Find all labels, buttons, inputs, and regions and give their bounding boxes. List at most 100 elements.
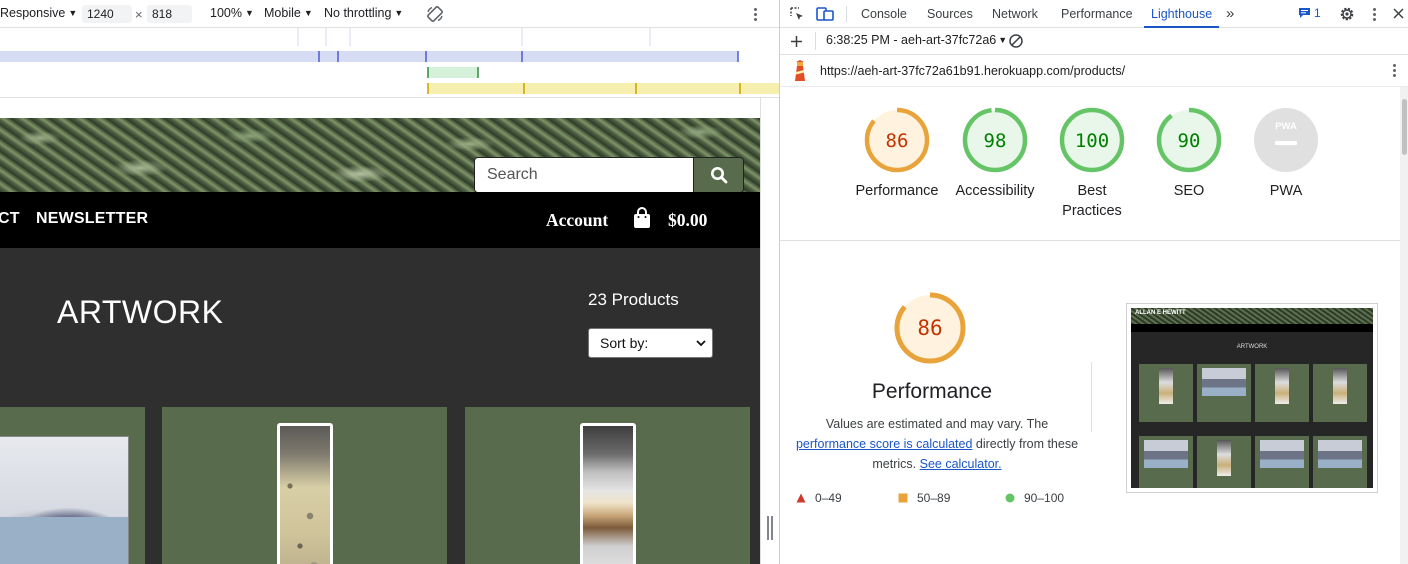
tab-lighthouse[interactable]: Lighthouse [1143,0,1220,28]
screenshot-image: ALLAN E HEWITT ARTWORK [1131,308,1373,488]
product-card[interactable] [465,407,750,564]
dropdown-caret-icon: ▼ [394,8,404,18]
issues-count: 1 [1314,6,1321,20]
performance-gauge-large: 86 [894,292,966,367]
lighthouse-logo-icon [795,60,805,81]
score-calculated-link[interactable]: performance score is calculated [796,437,972,451]
report-url[interactable]: https://aeh-art-37fc72a61b91.herokuapp.c… [820,64,1125,78]
device-toolbar-toggle-icon[interactable] [816,6,834,22]
emulated-website: Search CT NEWSLETTER Account $0.00 ARTWO… [0,98,760,564]
account-link[interactable]: Account [546,210,608,231]
score-value: 86 [917,316,942,340]
plus-icon[interactable] [790,35,803,48]
shopping-bag-icon[interactable] [632,207,652,229]
gauge-performance[interactable]: 86 Performance [855,107,939,201]
inspect-element-icon[interactable] [789,6,805,22]
pwa-logo-text: PWA [1275,121,1297,132]
desc-text: Values are estimated and may vary. The [825,417,1049,431]
report-scrollbar[interactable] [1400,87,1408,564]
product-image[interactable] [277,423,333,564]
media-query-bars [0,28,779,98]
close-icon[interactable] [1393,8,1404,19]
see-calculator-link[interactable]: See calculator. [920,457,1002,471]
screenshot-card [1313,436,1367,488]
dropdown-caret-icon: ▼ [68,8,78,18]
site-top-strip [0,98,760,118]
more-options-icon[interactable] [1373,8,1376,21]
tab-network[interactable]: Network [992,0,1038,28]
product-count: 23 Products [588,290,679,309]
height-value: 818 [152,7,173,21]
nav-link-newsletter[interactable]: NEWSLETTER [36,210,148,228]
score-gauge: 98 [962,107,1028,173]
clear-icon[interactable] [1008,33,1024,49]
pane-resize-splitter[interactable] [760,98,779,564]
search-input[interactable]: Search [474,157,694,192]
chevron-down-icon [696,340,706,347]
lighthouse-toolbar: 6:38:25 PM - aeh-art-37fc72a6 ▼ [780,28,1408,55]
product-card[interactable] [0,407,145,564]
score-gauge: 90 [1156,107,1222,173]
gauge-accessibility[interactable]: 98 Accessibility [956,107,1034,201]
tab-console[interactable]: Console [861,0,907,28]
gauge-seo[interactable]: 90 SEO [1156,107,1222,201]
device-type-select[interactable]: Mobile ▼ [264,6,313,20]
gauge-best-practices[interactable]: 100 Best Practices [1059,107,1125,221]
scrollbar-thumb[interactable] [1402,99,1407,155]
score-label: Accessibility [955,183,1035,199]
section-divider [780,240,1400,241]
search-placeholder: Search [487,166,538,183]
product-image[interactable] [580,423,636,564]
report-selector[interactable]: 6:38:25 PM - aeh-art-37fc72a6 ▼ [826,33,1007,47]
rotate-icon[interactable] [426,5,444,23]
dropdown-caret-icon: ▼ [303,8,313,18]
desc-text: directly from these [972,437,1079,451]
screenshot-card [1197,364,1251,422]
score-label: PWA [1269,183,1303,199]
width-value: 1240 [87,7,114,21]
dropdown-caret-icon: ▼ [998,35,1008,45]
score-gauge: 86 [864,107,930,173]
report-menu-icon[interactable] [1393,64,1396,77]
legend-item-fail: 0–49 [796,491,842,505]
zoom-select[interactable]: 100% ▼ [210,6,254,20]
screenshot-card [1255,436,1309,488]
final-screenshot[interactable]: ALLAN E HEWITT ARTWORK [1126,303,1378,493]
screenshot-card [1313,364,1367,422]
search-icon [710,167,727,184]
gauge-pwa[interactable]: PWA PWA [1253,107,1319,201]
lighthouse-url-bar: https://aeh-art-37fc72a61b91.herokuapp.c… [780,55,1408,87]
throttling-select[interactable]: No throttling ▼ [324,6,403,20]
performance-title: Performance [871,380,993,403]
height-input[interactable]: 818 [147,5,192,23]
issues-badge[interactable]: 1 [1298,6,1321,20]
tab-performance[interactable]: Performance [1061,0,1133,28]
throttling-label: No throttling [324,6,392,20]
cart-total[interactable]: $0.00 [668,210,707,231]
width-input[interactable]: 1240 [82,5,132,23]
more-options-icon[interactable] [754,8,757,21]
nav-link-contact[interactable]: CT [0,210,20,228]
screenshot-header: ALLAN E HEWITT [1131,308,1373,324]
tab-sources[interactable]: Sources [927,0,973,28]
lighthouse-report: 86 Performance 98 Accessibility 100 Best… [780,87,1400,564]
device-toolbar: Responsive ▼ 1240 × 818 100% ▼ Mobile ▼ … [0,0,779,28]
score-gauge: 100 [1059,107,1125,173]
legend-range: 90–100 [1024,491,1065,505]
square-icon [898,493,908,503]
product-card[interactable] [162,407,447,564]
legend-range: 0–49 [815,491,842,505]
more-tabs-icon[interactable]: » [1226,5,1234,22]
resize-handle-icon[interactable] [767,516,773,540]
device-select[interactable]: Responsive ▼ [0,6,77,20]
device-select-label: Responsive [0,6,66,20]
gear-icon[interactable] [1339,6,1355,22]
performance-description: Values are estimated and may vary. The p… [792,414,1082,474]
device-type-label: Mobile [264,6,301,20]
search-button[interactable] [694,157,744,192]
site-search: Search [474,157,744,192]
screenshot-card [1139,364,1193,422]
desc-text: metrics. [872,457,920,471]
sort-select[interactable]: Sort by: [588,328,713,358]
product-image[interactable] [0,436,129,564]
